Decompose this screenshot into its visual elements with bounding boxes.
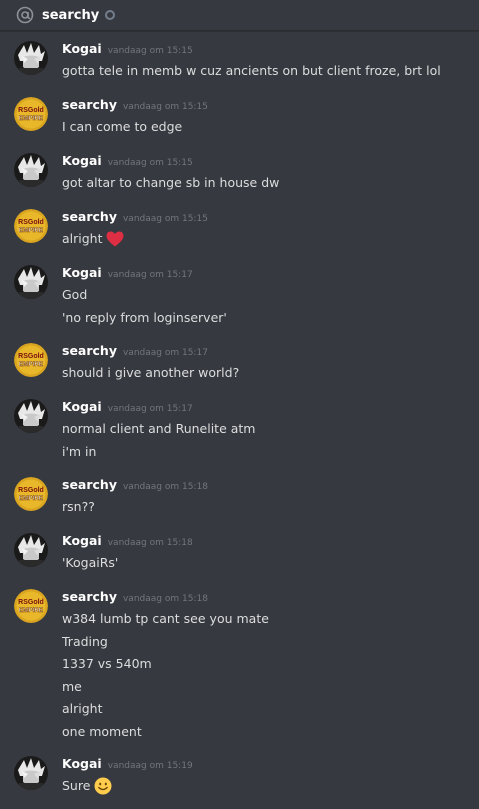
message-text: me [62,678,82,694]
rsgold-empire-logo-icon: RSGold EMPIRE [14,97,48,131]
message-text: rsn?? [62,499,95,514]
rsgold-empire-logo-icon: RSGold EMPIRE [14,343,48,377]
kogai-avatar[interactable] [14,533,48,567]
message-text: should i give another world? [62,365,240,380]
svg-text:EMPIRE: EMPIRE [19,361,43,368]
status-indicator [105,10,116,20]
message-text: Trading [62,633,108,649]
kogai-avatar[interactable] [14,756,48,790]
message-timestamp: vandaag om 15:19 [107,761,193,771]
author-name[interactable]: Kogai [62,153,102,168]
message-text: 1337 vs 540m [62,656,152,671]
message-text: 'no reply from loginserver' [62,309,227,325]
anime-avatar-icon [14,265,48,299]
message-text: normal client and Runelite atm [62,421,256,436]
author-name[interactable]: Kogai [62,41,102,56]
author-name[interactable]: searchy [62,97,117,112]
message-timestamp: vandaag om 15:17 [107,270,193,280]
searchy-avatar[interactable]: RSGold EMPIRE [14,97,48,131]
anime-avatar-icon [14,533,48,567]
message-text: I can come to edge [62,119,183,134]
message-line: alright [62,228,124,251]
author-name[interactable]: searchy [62,477,117,492]
channel-title: searchy [42,7,100,23]
message-timestamp: vandaag om 15:18 [107,538,193,548]
heart-emoji-icon [106,231,124,247]
message-timestamp: vandaag om 15:17 [107,404,193,414]
anime-avatar-icon [14,153,48,187]
rsgold-empire-logo-icon: RSGold EMPIRE [14,477,48,511]
searchy-avatar[interactable]: RSGold EMPIRE [14,589,48,623]
author-name[interactable]: Kogai [62,399,102,414]
message-text: alright [62,231,103,246]
svg-text:RSGold: RSGold [18,353,44,360]
at-sign-icon [16,6,34,24]
message-text: w384 lumb tp cant see you mate [62,611,269,626]
message-timestamp: vandaag om 15:15 [107,158,193,168]
message-timestamp: vandaag om 15:18 [122,482,208,492]
anime-avatar-icon [14,41,48,75]
author-name[interactable]: searchy [62,209,117,224]
searchy-avatar[interactable]: RSGold EMPIRE [14,209,48,243]
svg-text:RSGold: RSGold [18,599,44,606]
message-line: Sure [62,775,112,798]
message-timestamp: vandaag om 15:15 [107,46,193,56]
svg-text:EMPIRE: EMPIRE [19,115,43,122]
message-text: alright [62,701,103,716]
message-timestamp: vandaag om 15:18 [122,594,208,604]
message-text: Sure [62,778,91,793]
svg-text:EMPIRE: EMPIRE [19,227,43,234]
kogai-avatar[interactable] [14,265,48,299]
message-timestamp: vandaag om 15:15 [122,214,208,224]
message-text: gotta tele in memb w cuz ancients on but… [62,63,441,78]
channel-header: searchy [0,0,479,31]
kogai-avatar[interactable] [14,399,48,433]
anime-avatar-icon [14,756,48,790]
kogai-avatar[interactable] [14,41,48,75]
author-name[interactable]: Kogai [62,265,102,280]
message-text: i'm in [62,443,97,459]
rsgold-empire-logo-icon: RSGold EMPIRE [14,589,48,623]
author-name[interactable]: searchy [62,343,117,358]
searchy-avatar[interactable]: RSGold EMPIRE [14,343,48,377]
message-text: one moment [62,723,142,739]
kogai-avatar[interactable] [14,153,48,187]
author-name[interactable]: Kogai [62,756,102,771]
searchy-avatar[interactable]: RSGold EMPIRE [14,477,48,511]
svg-text:RSGold: RSGold [18,219,44,226]
svg-text:RSGold: RSGold [18,107,44,114]
rsgold-empire-logo-icon: RSGold EMPIRE [14,209,48,243]
svg-text:RSGold: RSGold [18,487,44,494]
message-text: got altar to change sb in house dw [62,175,280,190]
author-name[interactable]: searchy [62,589,117,604]
smile-emoji-icon [94,777,112,795]
svg-text:EMPIRE: EMPIRE [19,495,43,502]
svg-text:EMPIRE: EMPIRE [19,607,43,614]
message-text: God [62,287,88,302]
message-timestamp: vandaag om 15:15 [122,102,208,112]
author-name[interactable]: Kogai [62,533,102,548]
message-text: 'KogaiRs' [62,555,119,570]
anime-avatar-icon [14,399,48,433]
message-timestamp: vandaag om 15:17 [122,348,208,358]
